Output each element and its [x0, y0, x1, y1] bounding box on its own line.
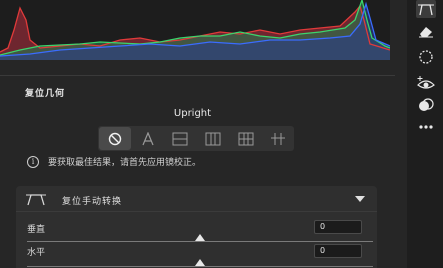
chevron-down-icon[interactable] [355, 196, 365, 202]
info-text: 要获取最佳结果，请首先应用镜校正。 [48, 158, 202, 168]
transform-icon [26, 194, 46, 206]
red-eye-icon [417, 76, 435, 89]
presets-toggle-icon [419, 98, 434, 111]
upright-auto-button[interactable] [132, 127, 164, 150]
upright-off-button[interactable] [99, 127, 131, 150]
manual-transform-title: 复位手动转换 [62, 197, 123, 207]
crop-tool-button[interactable] [416, 0, 436, 18]
vertical-label: 垂直 [27, 225, 46, 235]
histogram-divider [0, 75, 395, 76]
horizontal-slider-thumb[interactable] [195, 259, 205, 266]
mask-selection-icon [419, 50, 433, 64]
masking-tool-button[interactable] [416, 48, 436, 66]
manual-transform-header[interactable]: 复位手动转换 [16, 186, 377, 212]
no-entry-icon [108, 132, 122, 145]
upright-label: Upright [173, 108, 212, 119]
section-title: 复位几何 [25, 89, 66, 99]
manual-transform-panel: 复位手动转换 垂直 0 水平 0 [16, 186, 377, 268]
vertical-slider-thumb[interactable] [195, 234, 205, 241]
upright-full-button[interactable] [230, 127, 262, 150]
full-grid-icon [238, 132, 254, 145]
horizontal-guides-icon [172, 132, 188, 145]
horizontal-value-field[interactable]: 0 [314, 244, 362, 258]
more-tools-button[interactable] [416, 118, 436, 136]
presets-tool-button[interactable] [416, 96, 436, 114]
histogram [0, 0, 390, 60]
healing-tool-button[interactable] [416, 22, 436, 40]
upright-mode-bar [98, 126, 294, 151]
crop-transform-icon [418, 4, 434, 16]
vertical-slider-track[interactable] [27, 241, 373, 242]
red-eye-tool-button[interactable] [416, 74, 436, 92]
develop-panel: 复位几何 Upright i 要获取最佳结果，请首先应用镜校正。 复位手动转换 … [0, 0, 407, 268]
guided-crosshair-icon [271, 132, 286, 145]
upright-vertical-button[interactable] [197, 127, 229, 150]
info-icon: i [27, 155, 39, 168]
letter-a-auto-icon [141, 131, 154, 145]
more-options-icon [419, 125, 433, 129]
tool-strip [407, 0, 443, 268]
upright-level-button[interactable] [164, 127, 196, 150]
horizontal-slider-track[interactable] [27, 266, 373, 267]
vertical-guides-icon [205, 132, 221, 145]
info-message: i 要获取最佳结果，请首先应用镜校正。 [27, 155, 201, 168]
healing-eraser-icon [419, 27, 433, 38]
upright-guided-button[interactable] [262, 127, 294, 150]
vertical-value-field[interactable]: 0 [314, 220, 362, 234]
horizontal-label: 水平 [27, 248, 46, 258]
